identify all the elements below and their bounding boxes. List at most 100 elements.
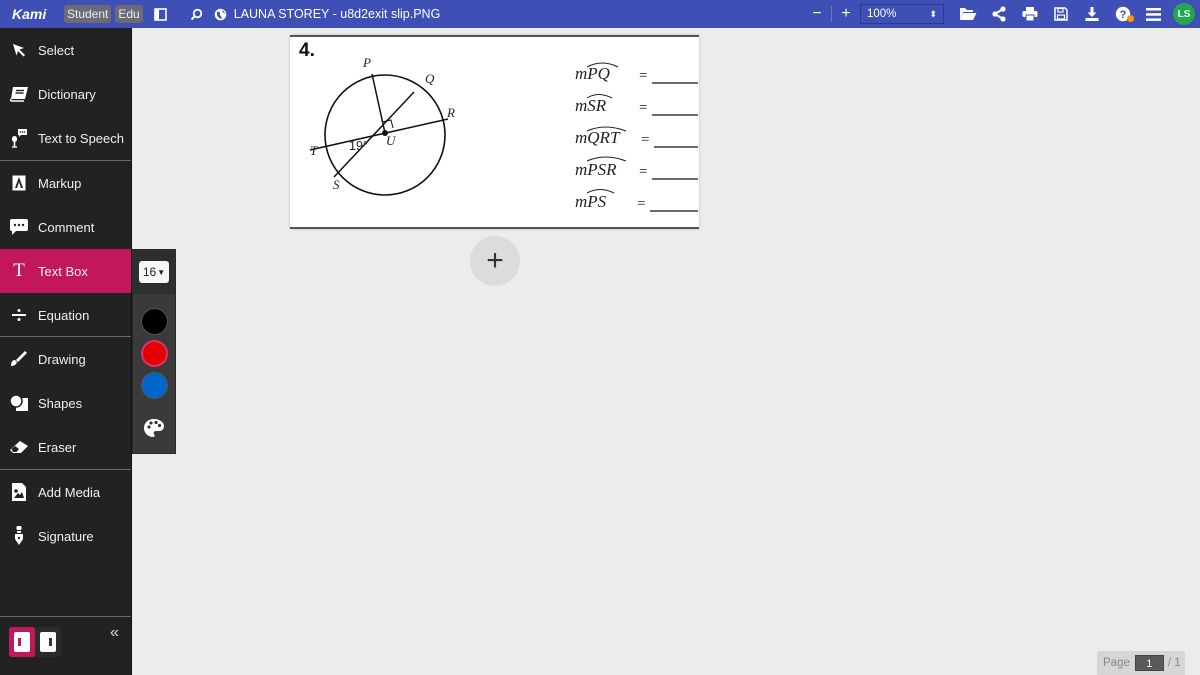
sidebar-panel-icon[interactable]	[153, 7, 169, 21]
question-row: mPS =	[575, 189, 698, 212]
sidebar-item-label: Comment	[38, 219, 95, 235]
color-palette-icon[interactable]	[143, 418, 165, 443]
sidebar-item-comment[interactable]: Comment	[0, 205, 131, 249]
svg-text:=: =	[639, 164, 647, 180]
current-page-input[interactable]: 1	[1134, 655, 1164, 671]
sidebar-item-label: Text Box	[38, 263, 88, 279]
microphone-speech-icon	[0, 128, 38, 148]
svg-text:mQRT: mQRT	[575, 128, 621, 147]
sidebar-item-label: Signature	[38, 528, 94, 544]
label-r: R	[446, 105, 455, 120]
menu-icon[interactable]	[1138, 0, 1169, 28]
shapes-icon	[0, 394, 38, 412]
select-arrows-icon: ⬍	[929, 8, 937, 19]
layout-left-icon	[14, 632, 30, 652]
search-icon[interactable]	[189, 8, 205, 21]
angle-label: 19°	[349, 139, 368, 153]
zoom-level-value: 100%	[867, 8, 897, 20]
text-t-icon: T	[13, 260, 25, 281]
save-icon[interactable]	[1045, 0, 1076, 28]
svg-text:mPQ: mPQ	[575, 64, 610, 83]
eraser-icon	[0, 440, 38, 454]
color-swatch-red[interactable]	[141, 340, 168, 367]
sidebar-item-label: Dictionary	[38, 86, 96, 102]
divide-icon	[0, 308, 38, 322]
svg-text:=: =	[637, 196, 645, 212]
document-page[interactable]: 4. P Q R T S U 19° mPQ = mSR = mQRT = mP…	[290, 35, 699, 229]
label-t: T	[310, 143, 318, 158]
sidebar-item-shapes[interactable]: Shapes	[0, 381, 131, 425]
textbox-options-panel: 16 ▼	[132, 249, 176, 454]
sidebar-divider	[0, 616, 131, 617]
question-row: mPSR =	[575, 156, 698, 180]
zoom-in-button[interactable]: +	[838, 5, 854, 23]
sidebar-item-label: Drawing	[38, 351, 86, 367]
label-p: P	[362, 55, 371, 70]
font-size-dropdown[interactable]: 16 ▼	[139, 261, 169, 283]
help-icon[interactable]: ?	[1107, 0, 1138, 28]
brush-icon	[0, 351, 38, 367]
user-avatar[interactable]: LS	[1173, 3, 1195, 25]
color-swatch-blue[interactable]	[141, 372, 168, 399]
color-swatch-black[interactable]	[141, 308, 168, 335]
font-size-area: 16 ▼	[133, 250, 175, 294]
arc-questions: mPQ = mSR = mQRT = mPSR = mPS =	[575, 62, 698, 212]
sidebar-item-label: Eraser	[38, 439, 77, 455]
sidebar-item-drawing[interactable]: Drawing	[0, 337, 131, 381]
sidebar-item-label: Shapes	[38, 395, 83, 411]
radius-up	[371, 73, 386, 134]
globe-icon	[214, 8, 228, 21]
markup-icon	[0, 175, 38, 191]
open-folder-icon[interactable]	[952, 0, 983, 28]
caret-down-icon: ▼	[157, 267, 166, 277]
zoom-level-select[interactable]: 100% ⬍	[860, 4, 944, 24]
page-indicator: Page 1 / 1	[1097, 651, 1185, 675]
document-title: LAUNA STOREY - u8d2exit slip.PNG	[233, 7, 441, 21]
sidebar-item-markup[interactable]: Markup	[0, 161, 131, 205]
sidebar-item-text-to-speech[interactable]: Text to Speech	[0, 116, 131, 160]
sidebar-item-label: Equation	[38, 307, 90, 323]
page-label: Page	[1103, 657, 1130, 669]
svg-text:=: =	[641, 132, 649, 148]
svg-text:=: =	[639, 68, 647, 84]
add-page-button[interactable]: +	[470, 236, 520, 286]
sidebar-item-dictionary[interactable]: Dictionary	[0, 72, 131, 116]
svg-text:mPSR: mPSR	[575, 160, 617, 179]
chord-sq	[333, 91, 415, 178]
zoom-separator	[831, 6, 832, 22]
pen-nib-icon	[0, 526, 38, 546]
kami-logo[interactable]: Kami	[12, 6, 62, 22]
collapse-sidebar-button[interactable]: «	[110, 624, 119, 642]
notification-dot	[1127, 15, 1134, 22]
edu-badge: Edu	[115, 5, 143, 23]
zoom-out-button[interactable]: −	[809, 5, 825, 23]
layout-left-button[interactable]	[9, 627, 35, 657]
layout-toggle	[9, 627, 61, 657]
sidebar-item-eraser[interactable]: Eraser	[0, 425, 131, 469]
svg-text:mPS: mPS	[575, 192, 607, 211]
label-u: U	[386, 133, 397, 148]
sidebar-item-label: Select	[38, 42, 75, 58]
problem-number: 4.	[299, 40, 315, 61]
sidebar-item-label: Markup	[38, 175, 82, 191]
chord-tr	[309, 118, 449, 151]
tool-sidebar: Select Dictionary Text to Speech Markup …	[0, 28, 132, 675]
comment-icon	[0, 218, 38, 236]
download-icon[interactable]	[1076, 0, 1107, 28]
toolbar-right: − + 100% ⬍ ? LS	[809, 0, 1200, 28]
sidebar-item-add-media[interactable]: Add Media	[0, 470, 131, 514]
sidebar-item-signature[interactable]: Signature	[0, 514, 131, 558]
sidebar-item-label: Add Media	[38, 484, 101, 500]
print-icon[interactable]	[1014, 0, 1045, 28]
share-icon[interactable]	[983, 0, 1014, 28]
student-badge: Student	[64, 5, 112, 23]
sidebar-item-text-box[interactable]: T Text Box	[0, 249, 131, 293]
label-q: Q	[425, 71, 435, 86]
svg-text:mSR: mSR	[575, 96, 607, 115]
sidebar-item-select[interactable]: Select	[0, 28, 131, 72]
sidebar-item-equation[interactable]: Equation	[0, 293, 131, 337]
question-row: mSR =	[575, 94, 698, 116]
svg-text:=: =	[639, 100, 647, 116]
layout-right-button[interactable]	[35, 627, 61, 657]
label-s: S	[333, 177, 340, 192]
